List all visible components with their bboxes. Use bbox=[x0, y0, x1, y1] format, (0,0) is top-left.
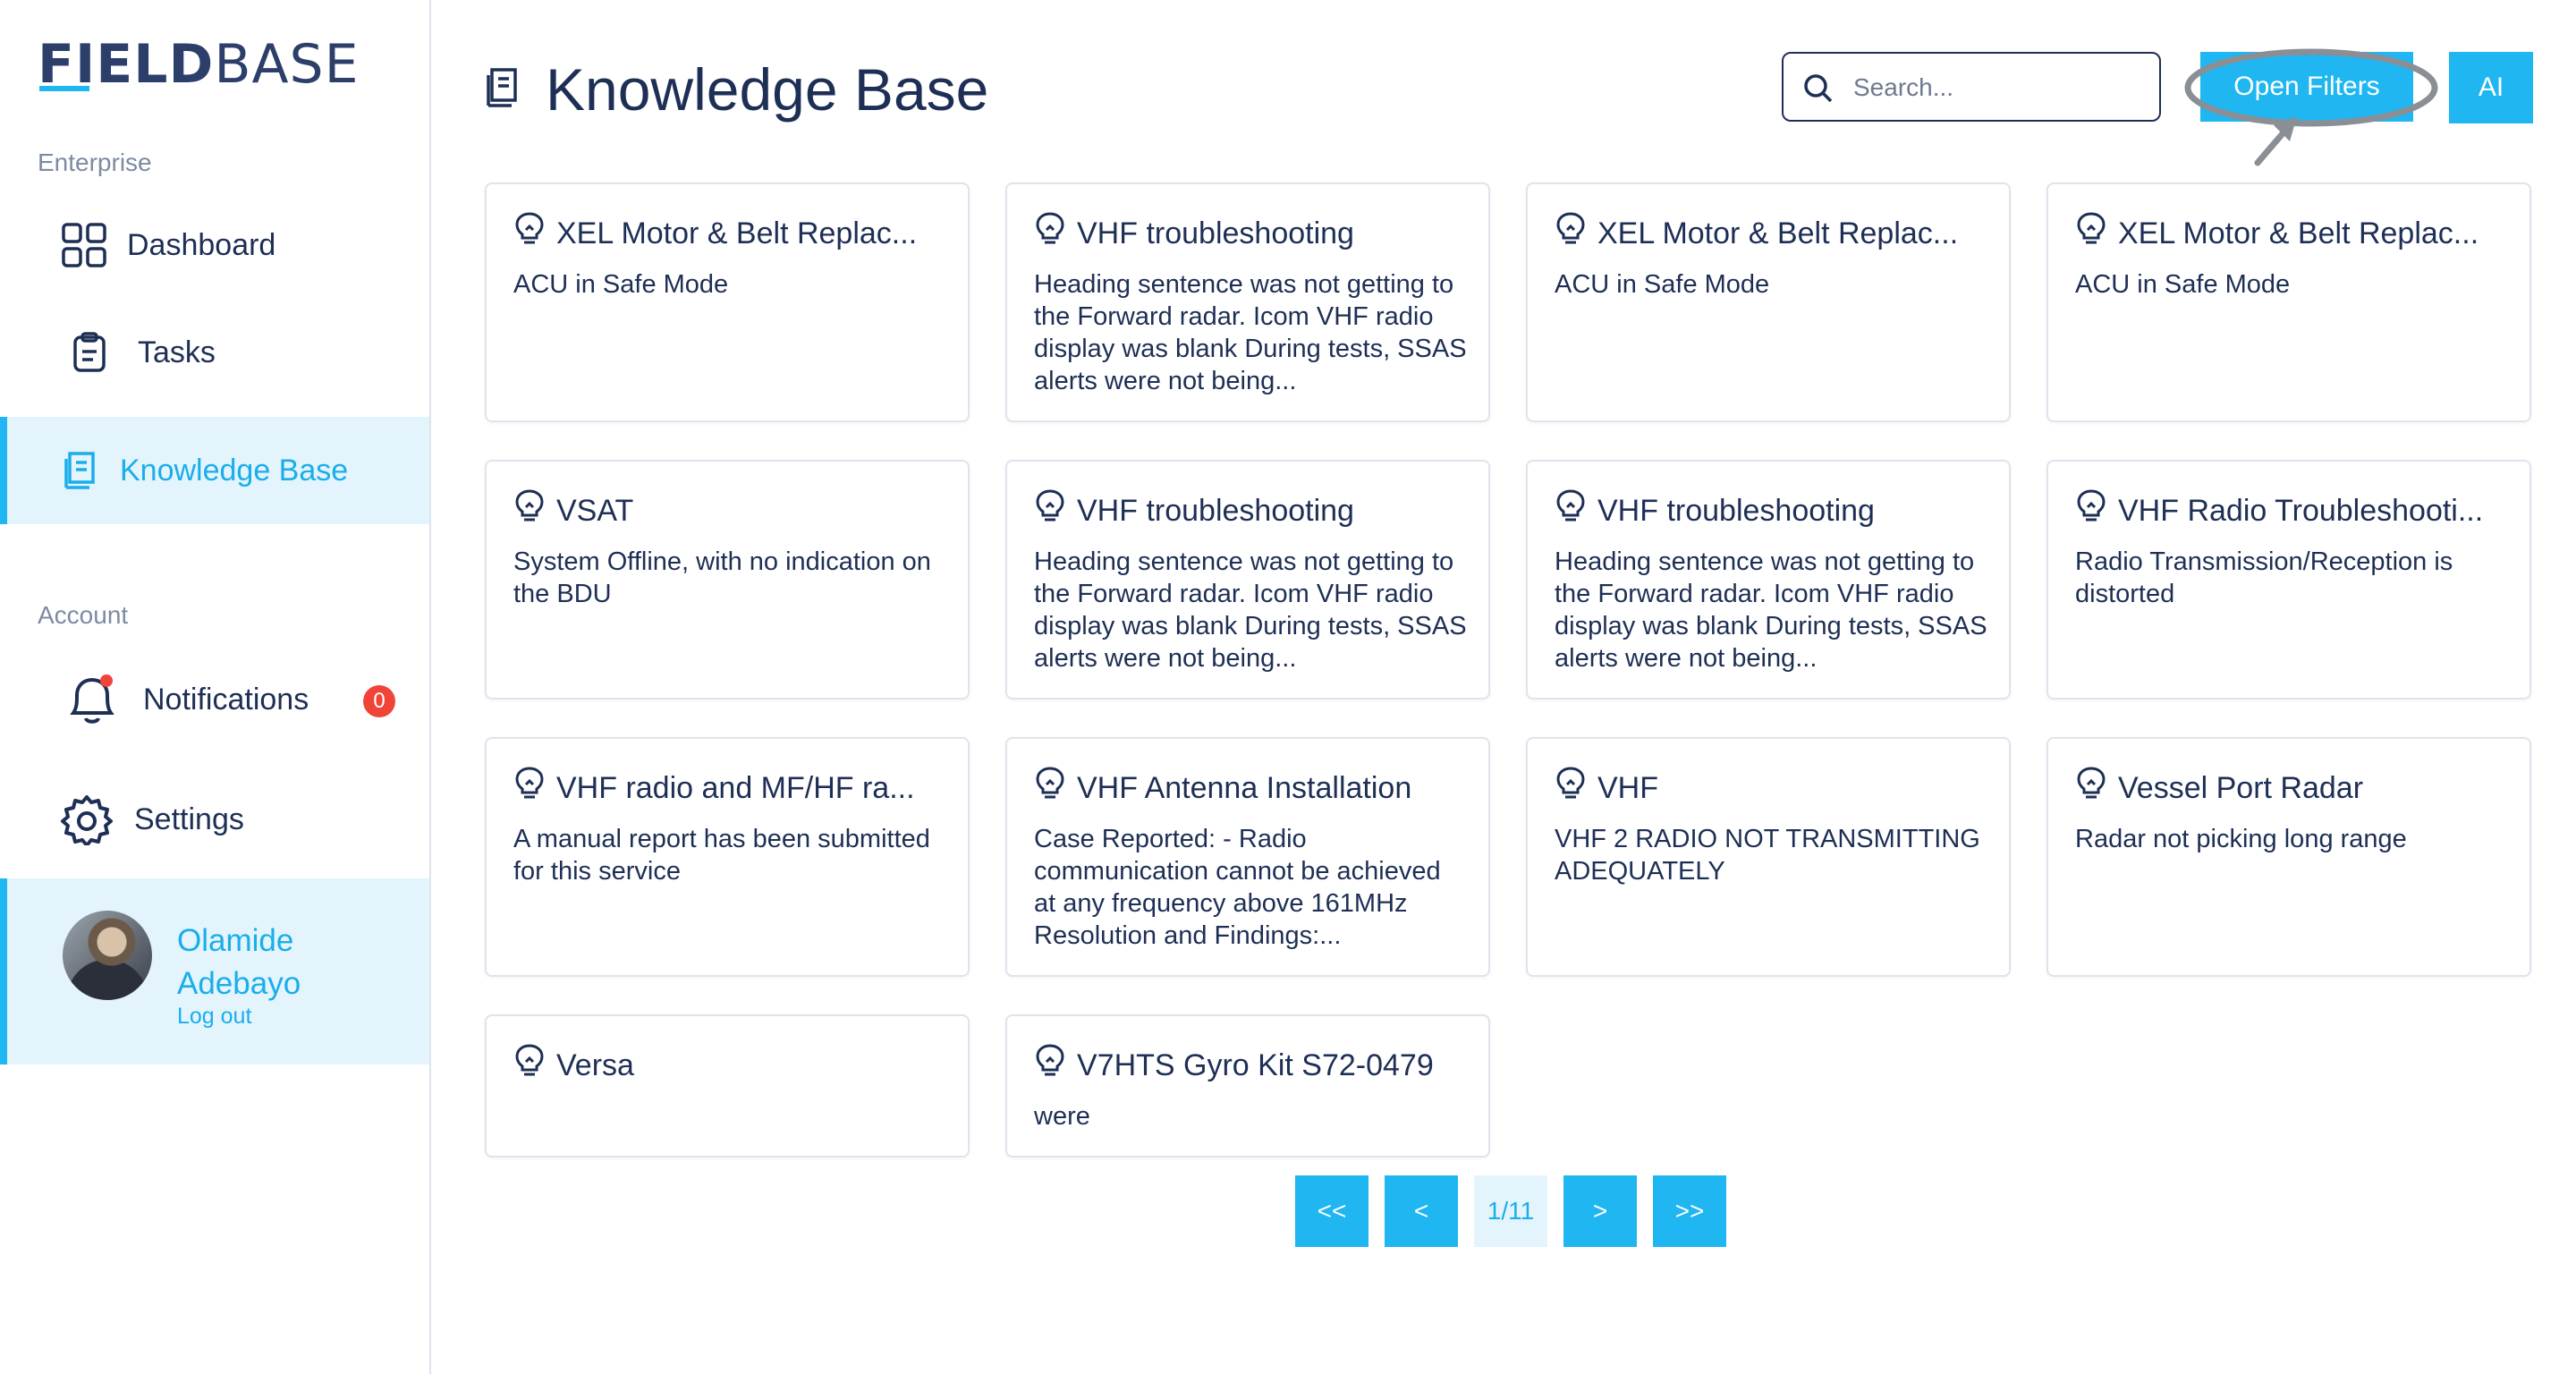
lightbulb-icon bbox=[1034, 766, 1066, 806]
knowledge-card[interactable]: VHF Antenna Installation Case Reported: … bbox=[1005, 737, 1490, 977]
card-title: Vessel Port Radar bbox=[2118, 771, 2364, 805]
profile-name: Olamide Adebayo bbox=[177, 923, 301, 1001]
card-description: Heading sentence was not getting to the … bbox=[1555, 547, 1987, 673]
section-label-account: Account bbox=[38, 601, 129, 629]
card-description: System Offline, with no indication on th… bbox=[513, 547, 931, 608]
sidebar-item-settings[interactable]: Settings bbox=[0, 766, 429, 873]
card-title: V7HTS Gyro Kit S72-0479 bbox=[1077, 1048, 1434, 1082]
grid-icon bbox=[61, 222, 107, 268]
page-indicator: 1/11 bbox=[1474, 1175, 1547, 1247]
card-description: Heading sentence was not getting to the … bbox=[1034, 270, 1467, 395]
knowledge-card[interactable]: VSAT System Offline, with no indication … bbox=[485, 460, 970, 700]
next-page-button[interactable]: > bbox=[1563, 1175, 1637, 1247]
card-title: VHF bbox=[1597, 771, 1658, 805]
card-description: Case Reported: - Radio communication can… bbox=[1034, 825, 1441, 950]
card-title: XEL Motor & Belt Replac... bbox=[2118, 216, 2479, 250]
knowledge-card[interactable]: Versa bbox=[485, 1014, 970, 1158]
card-title: XEL Motor & Belt Replac... bbox=[1597, 216, 1959, 250]
knowledge-card[interactable]: VHF troubleshooting Heading sentence was… bbox=[1005, 182, 1490, 422]
knowledge-card[interactable]: XEL Motor & Belt Replac... ACU in Safe M… bbox=[2046, 182, 2531, 422]
card-description: A manual report has been submitted for t… bbox=[513, 825, 930, 886]
lightbulb-icon bbox=[2075, 766, 2107, 806]
notification-count-badge: 0 bbox=[363, 685, 395, 717]
knowledge-card[interactable]: XEL Motor & Belt Replac... ACU in Safe M… bbox=[1526, 182, 2011, 422]
card-description: VHF 2 RADIO NOT TRANSMITTING ADEQUATELY bbox=[1555, 825, 1980, 886]
card-description: ACU in Safe Mode bbox=[2075, 270, 2291, 299]
card-description: Heading sentence was not getting to the … bbox=[1034, 547, 1467, 673]
open-filters-button[interactable]: Open Filters bbox=[2200, 52, 2413, 122]
knowledge-card[interactable]: VHF radio and MF/HF ra... A manual repor… bbox=[485, 737, 970, 977]
clipboard-icon bbox=[72, 332, 107, 373]
card-description: Radio Transmission/Reception is distorte… bbox=[2075, 547, 2453, 608]
card-description: were bbox=[1034, 1102, 1090, 1131]
user-profile[interactable]: Olamide Adebayo Log out bbox=[0, 878, 429, 1064]
gear-icon bbox=[61, 793, 113, 845]
app-logo[interactable]: FIELDBASE bbox=[38, 36, 360, 93]
lightbulb-icon bbox=[1034, 1043, 1066, 1083]
lightbulb-icon bbox=[1034, 211, 1066, 251]
ai-button[interactable]: AI bbox=[2449, 52, 2533, 123]
knowledge-card[interactable]: VHF troubleshooting Heading sentence was… bbox=[1526, 460, 2011, 700]
page-title: Knowledge Base bbox=[546, 56, 989, 123]
knowledge-card[interactable]: V7HTS Gyro Kit S72-0479 were bbox=[1005, 1014, 1490, 1158]
knowledge-card[interactable]: VHF Radio Troubleshooti... Radio Transmi… bbox=[2046, 460, 2531, 700]
logout-link[interactable]: Log out bbox=[177, 1004, 251, 1030]
lightbulb-icon bbox=[513, 1043, 546, 1083]
card-description: Radar not picking long range bbox=[2075, 825, 2407, 853]
sidebar-item-notifications[interactable]: Notifications 0 bbox=[0, 646, 429, 753]
sidebar-item-label: Notifications bbox=[143, 682, 309, 717]
lightbulb-icon bbox=[2075, 488, 2107, 529]
book-icon bbox=[485, 66, 521, 114]
lightbulb-icon bbox=[513, 766, 546, 806]
sidebar-item-label: Dashboard bbox=[127, 227, 276, 262]
knowledge-card-grid: XEL Motor & Belt Replac... ACU in Safe M… bbox=[485, 182, 2533, 1158]
sidebar-item-label: Knowledge Base bbox=[120, 453, 349, 488]
book-icon bbox=[63, 450, 98, 491]
card-title: VHF troubleshooting bbox=[1077, 216, 1354, 250]
avatar[interactable] bbox=[63, 911, 152, 1000]
lightbulb-icon bbox=[1555, 488, 1587, 529]
section-label-enterprise: Enterprise bbox=[38, 148, 152, 176]
sidebar-item-dashboard[interactable]: Dashboard bbox=[0, 191, 429, 299]
sidebar-item-tasks[interactable]: Tasks bbox=[0, 299, 429, 406]
prev-page-button[interactable]: < bbox=[1385, 1175, 1458, 1247]
card-title: VHF Antenna Installation bbox=[1077, 771, 1412, 805]
lightbulb-icon bbox=[513, 211, 546, 251]
bell-icon bbox=[59, 666, 125, 733]
card-description: ACU in Safe Mode bbox=[513, 270, 729, 299]
knowledge-card[interactable]: VHF VHF 2 RADIO NOT TRANSMITTING ADEQUAT… bbox=[1526, 737, 2011, 977]
card-title: Versa bbox=[556, 1048, 634, 1082]
sidebar: FIELDBASE Enterprise Dashboard Tasks Kno… bbox=[0, 0, 431, 1374]
search-input[interactable] bbox=[1852, 64, 2141, 111]
last-page-button[interactable]: >> bbox=[1653, 1175, 1726, 1247]
sidebar-item-knowledge-base[interactable]: Knowledge Base bbox=[0, 417, 429, 524]
lightbulb-icon bbox=[1555, 766, 1587, 806]
lightbulb-icon bbox=[1034, 488, 1066, 529]
lightbulb-icon bbox=[1555, 211, 1587, 251]
search-icon bbox=[1803, 73, 1834, 108]
lightbulb-icon bbox=[2075, 211, 2107, 251]
sidebar-item-label: Tasks bbox=[138, 335, 216, 369]
sidebar-item-label: Settings bbox=[134, 802, 244, 836]
card-title: VHF Radio Troubleshooti... bbox=[2118, 494, 2484, 528]
card-title: VHF troubleshooting bbox=[1597, 494, 1875, 528]
lightbulb-icon bbox=[513, 488, 546, 529]
card-description: ACU in Safe Mode bbox=[1555, 270, 1770, 299]
logo-text-base: BASE bbox=[214, 33, 360, 96]
card-title: VHF radio and MF/HF ra... bbox=[556, 771, 915, 805]
logo-accent bbox=[39, 86, 89, 91]
first-page-button[interactable]: << bbox=[1295, 1175, 1368, 1247]
knowledge-card[interactable]: VHF troubleshooting Heading sentence was… bbox=[1005, 460, 1490, 700]
card-title: XEL Motor & Belt Replac... bbox=[556, 216, 918, 250]
knowledge-card[interactable]: Vessel Port Radar Radar not picking long… bbox=[2046, 737, 2531, 977]
card-title: VSAT bbox=[556, 494, 634, 528]
card-title: VHF troubleshooting bbox=[1077, 494, 1354, 528]
search-box[interactable] bbox=[1782, 52, 2161, 122]
knowledge-card[interactable]: XEL Motor & Belt Replac... ACU in Safe M… bbox=[485, 182, 970, 422]
